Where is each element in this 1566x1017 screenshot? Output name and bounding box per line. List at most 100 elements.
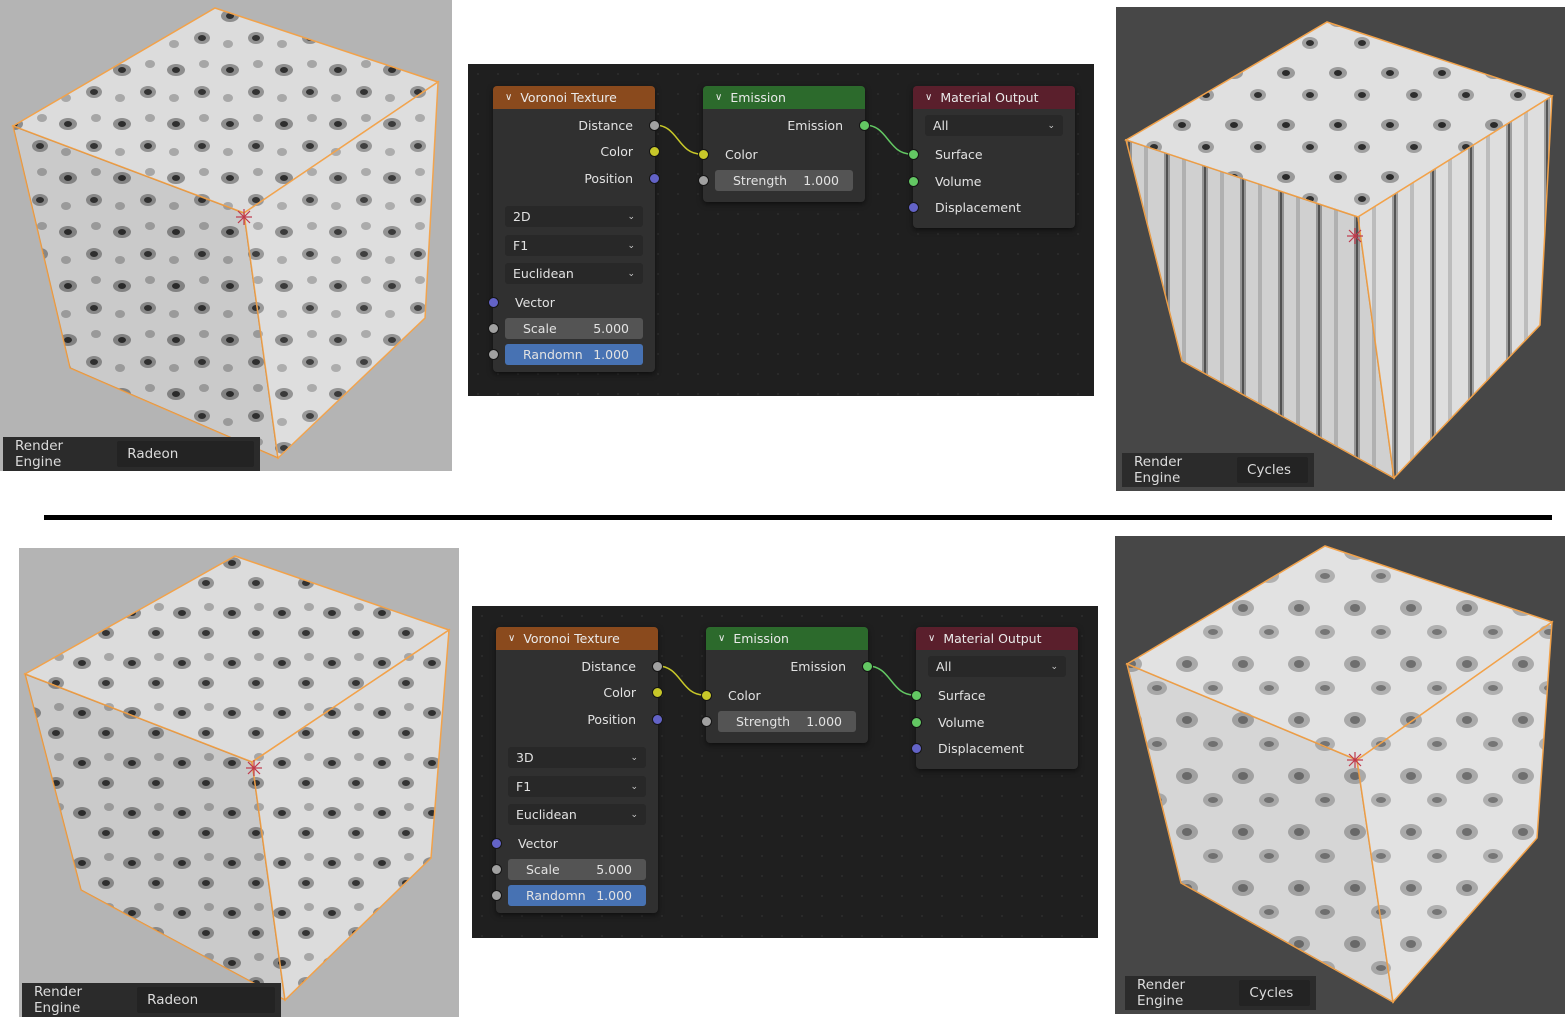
link-distance-to-color — [654, 124, 702, 155]
socket-vector[interactable] — [488, 297, 499, 308]
chevron-down-icon[interactable]: ∨ — [925, 92, 932, 103]
material-output-node[interactable]: ∨ Material Output All ⌄ Surface Volume Di… — [908, 86, 1075, 228]
socket-emission-color[interactable] — [701, 690, 712, 701]
input-color: Color — [725, 146, 758, 162]
socket-emission[interactable] — [859, 120, 870, 131]
viewport-top-right[interactable]: Render Engine Cycles — [1116, 7, 1565, 491]
socket-randomness[interactable] — [491, 890, 502, 901]
voronoi-texture-node[interactable]: ∨ Voronoi Texture Distance Color Positio… — [488, 86, 660, 372]
feature-dropdown[interactable]: F1 ⌄ — [508, 776, 646, 797]
input-surface: Surface — [938, 687, 986, 703]
emission-title: Emission — [733, 631, 789, 646]
input-vector: Vector — [518, 835, 558, 851]
socket-color[interactable] — [652, 687, 663, 698]
dimension-dropdown[interactable]: 2D ⌄ — [505, 206, 643, 227]
randomness-field[interactable]: Randomn 1.000 — [508, 885, 646, 906]
viewport-bottom-right[interactable]: Render Engine Cycles — [1115, 536, 1565, 1014]
voronoi-texture-node[interactable]: ∨ Voronoi Texture Distance Color Positio… — [491, 627, 663, 913]
material-output-header[interactable]: ∨ Material Output — [913, 86, 1075, 109]
socket-position[interactable] — [649, 173, 660, 184]
object-origin-icon — [1347, 228, 1363, 244]
socket-scale[interactable] — [491, 864, 502, 875]
input-surface: Surface — [935, 146, 983, 162]
chevron-down-icon[interactable]: ∨ — [508, 633, 515, 644]
dropdown-arrow-icon: ⌄ — [627, 211, 635, 222]
socket-vector[interactable] — [491, 838, 502, 849]
chevron-down-icon[interactable]: ∨ — [715, 92, 722, 103]
output-position: Position — [587, 711, 636, 727]
output-color: Color — [600, 143, 633, 159]
scale-field[interactable]: Scale 5.000 — [508, 859, 646, 880]
socket-randomness[interactable] — [488, 349, 499, 360]
chevron-down-icon[interactable]: ∨ — [928, 633, 935, 644]
render-engine-bar: Render Engine Cycles — [1122, 453, 1314, 487]
output-distance: Distance — [581, 658, 636, 674]
input-color: Color — [728, 687, 761, 703]
chevron-down-icon[interactable]: ∨ — [505, 92, 512, 103]
emission-header[interactable]: ∨ Emission — [703, 86, 865, 109]
socket-scale[interactable] — [488, 323, 499, 334]
dropdown-arrow-icon: ⌄ — [1047, 120, 1055, 131]
object-origin-icon — [1347, 752, 1363, 768]
emission-title: Emission — [730, 90, 786, 105]
input-displacement: Displacement — [935, 199, 1021, 215]
cube-render — [1124, 21, 1554, 480]
material-output-title: Material Output — [943, 631, 1042, 646]
node-editor-top[interactable]: ∨ Voronoi Texture Distance Color Positio… — [468, 64, 1094, 396]
dropdown-arrow-icon: ⌄ — [630, 752, 638, 763]
voronoi-header[interactable]: ∨ Voronoi Texture — [493, 86, 655, 109]
socket-distance[interactable] — [649, 120, 660, 131]
metric-dropdown[interactable]: Euclidean ⌄ — [508, 804, 646, 825]
render-engine-value[interactable]: Radeon ProRender — [137, 987, 275, 1013]
emission-header[interactable]: ∨ Emission — [706, 627, 868, 650]
input-volume: Volume — [935, 173, 982, 189]
input-vector: Vector — [515, 294, 555, 310]
socket-emission-color[interactable] — [698, 149, 709, 160]
voronoi-header[interactable]: ∨ Voronoi Texture — [496, 627, 658, 650]
emission-node[interactable]: ∨ Emission Emission Color Strength 1.000 — [701, 627, 873, 743]
object-origin-icon — [246, 760, 262, 776]
output-emission: Emission — [787, 117, 843, 133]
chevron-down-icon[interactable]: ∨ — [718, 633, 725, 644]
voronoi-title: Voronoi Texture — [523, 631, 620, 646]
socket-position[interactable] — [652, 714, 663, 725]
socket-distance[interactable] — [652, 661, 663, 672]
socket-strength[interactable] — [698, 175, 709, 186]
feature-dropdown[interactable]: F1 ⌄ — [505, 235, 643, 256]
material-output-title: Material Output — [940, 90, 1039, 105]
viewport-top-left[interactable]: Render Engine Radeon ProRender — [0, 0, 452, 471]
strength-field[interactable]: Strength 1.000 — [715, 170, 853, 191]
emission-node[interactable]: ∨ Emission Emission Color Strength 1.000 — [698, 86, 870, 202]
render-engine-label: Render Engine — [1137, 977, 1186, 1009]
randomness-field[interactable]: Randomn 1.000 — [505, 344, 643, 365]
socket-volume[interactable] — [908, 176, 919, 187]
socket-surface[interactable] — [908, 149, 919, 160]
render-engine-label: Render Engine — [1134, 454, 1183, 486]
socket-displacement[interactable] — [908, 202, 919, 213]
socket-strength[interactable] — [701, 716, 712, 727]
target-dropdown[interactable]: All ⌄ — [928, 656, 1066, 677]
target-dropdown[interactable]: All ⌄ — [925, 115, 1063, 136]
metric-dropdown[interactable]: Euclidean ⌄ — [505, 263, 643, 284]
scale-field[interactable]: Scale 5.000 — [505, 318, 643, 339]
render-engine-value[interactable]: Radeon ProRender — [117, 441, 254, 467]
node-editor-bottom[interactable]: ∨ Voronoi Texture Distance Color Positio… — [472, 606, 1098, 938]
divider — [44, 515, 1552, 520]
socket-volume[interactable] — [911, 717, 922, 728]
socket-surface[interactable] — [911, 690, 922, 701]
output-distance: Distance — [578, 117, 633, 133]
render-engine-value[interactable]: Cycles — [1239, 980, 1310, 1006]
input-displacement: Displacement — [938, 740, 1024, 756]
socket-emission[interactable] — [862, 661, 873, 672]
socket-color[interactable] — [649, 146, 660, 157]
strength-field[interactable]: Strength 1.000 — [718, 711, 856, 732]
socket-displacement[interactable] — [911, 743, 922, 754]
link-distance-to-color — [657, 665, 705, 696]
cube-render — [23, 555, 451, 1002]
material-output-node[interactable]: ∨ Material Output All ⌄ Surface Volume Di… — [911, 627, 1078, 769]
cube-render — [11, 7, 440, 460]
dimension-dropdown[interactable]: 3D ⌄ — [508, 747, 646, 768]
viewport-bottom-left[interactable]: Render Engine Radeon ProRender — [19, 548, 459, 1017]
material-output-header[interactable]: ∨ Material Output — [916, 627, 1078, 650]
render-engine-value[interactable]: Cycles — [1237, 457, 1308, 483]
